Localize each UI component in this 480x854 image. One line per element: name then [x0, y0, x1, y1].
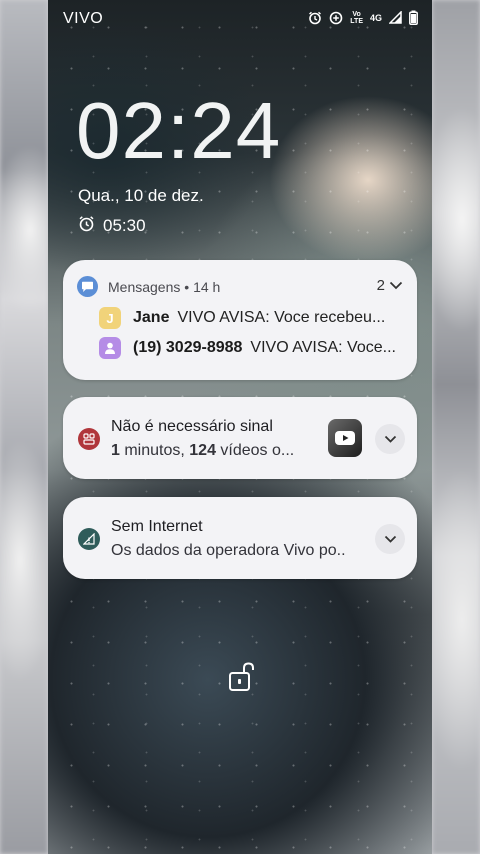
lockscreen-date: Qua., 10 de dez. — [78, 186, 204, 205]
network-type: 4G — [369, 12, 382, 23]
notification-messages[interactable]: Mensagens • 14 h 2 J Jane VIVO AVISA: Voc… — [63, 260, 417, 380]
battery-icon — [409, 10, 418, 25]
message-sender: Jane — [133, 309, 170, 326]
expand-button[interactable] — [375, 524, 405, 554]
carrier-name: VIVO — [63, 10, 104, 27]
messages-app-icon — [77, 276, 98, 297]
messages-app-label: Mensagens • 14 h — [108, 279, 220, 295]
alarm-icon — [308, 11, 322, 25]
blurred-side-left — [0, 0, 48, 854]
notification-title: Não é necessário sinal — [111, 418, 273, 435]
messages-count: 2 — [376, 277, 385, 294]
expand-button[interactable] — [375, 424, 405, 454]
status-icons: Vo LTE 4G — [308, 10, 418, 25]
notification-no-internet[interactable]: Sem Internet Os dados da operadora Vivo … — [63, 497, 417, 579]
phone-screen: VIVO Vo LTE 4G 02:24 Qua., 10 de dez. 05… — [48, 0, 432, 854]
volte-text-bottom: LTE — [350, 17, 363, 25]
messages-time: • 14 h — [184, 278, 221, 295]
volte-text-top: Vo — [352, 10, 361, 18]
video-thumbnail — [328, 419, 362, 457]
contact-avatar-icon — [99, 337, 121, 359]
notification-header: Mensagens • 14 h — [77, 276, 220, 297]
next-alarm: 05:30 — [78, 215, 146, 237]
status-bar: VIVO Vo LTE 4G — [48, 0, 432, 36]
body-text-tail: vídeos o... — [215, 442, 295, 459]
chevron-down-icon — [384, 430, 397, 448]
message-sender: (19) 3029-8988 — [133, 339, 243, 356]
notification-title: Sem Internet — [111, 518, 203, 535]
offline-video-app-icon — [78, 428, 100, 450]
message-text: VIVO AVISA: Voce recebeu — [177, 309, 372, 326]
videos-count: 124 — [189, 442, 216, 459]
minutes-count: 1 — [111, 442, 120, 459]
message-item-number[interactable]: (19) 3029-8988 VIVO AVISA: Voce... — [99, 337, 403, 359]
notification-body: 1 minutos, 124 vídeos o... — [111, 442, 326, 460]
alarm-clock-icon — [78, 215, 95, 237]
messages-app-name: Mensagens — [108, 278, 181, 295]
alarm-time: 05:30 — [103, 216, 146, 235]
message-preview: Jane VIVO AVISA: Voce recebeu... — [133, 309, 386, 326]
message-text: VIVO AVISA: Voce — [250, 339, 383, 356]
messages-count-toggle[interactable]: 2 — [377, 277, 403, 294]
signal-icon — [389, 11, 402, 24]
chevron-down-icon — [384, 530, 397, 548]
lockscreen-root: VIVO Vo LTE 4G 02:24 Qua., 10 de dez. 05… — [0, 0, 480, 854]
avatar: J — [99, 307, 121, 329]
notification-signal[interactable]: Não é necessário sinal 1 minutos, 124 ví… — [63, 397, 417, 479]
avatar-letter: J — [106, 310, 114, 326]
message-item-jane[interactable]: J Jane VIVO AVISA: Voce recebeu... — [99, 307, 403, 329]
blurred-side-right — [432, 0, 480, 854]
volte-icon: Vo LTE — [350, 11, 363, 25]
notification-body: Os dados da operadora Vivo po.. — [111, 542, 346, 559]
lockscreen-clock: 02:24 — [76, 86, 282, 175]
chevron-down-icon — [389, 277, 403, 294]
no-internet-signal-icon — [78, 528, 100, 550]
data-saver-icon — [329, 11, 343, 25]
unlock-icon[interactable] — [228, 661, 258, 698]
body-text-mid: minutos, — [119, 442, 190, 459]
message-preview: (19) 3029-8988 VIVO AVISA: Voce... — [133, 339, 396, 356]
